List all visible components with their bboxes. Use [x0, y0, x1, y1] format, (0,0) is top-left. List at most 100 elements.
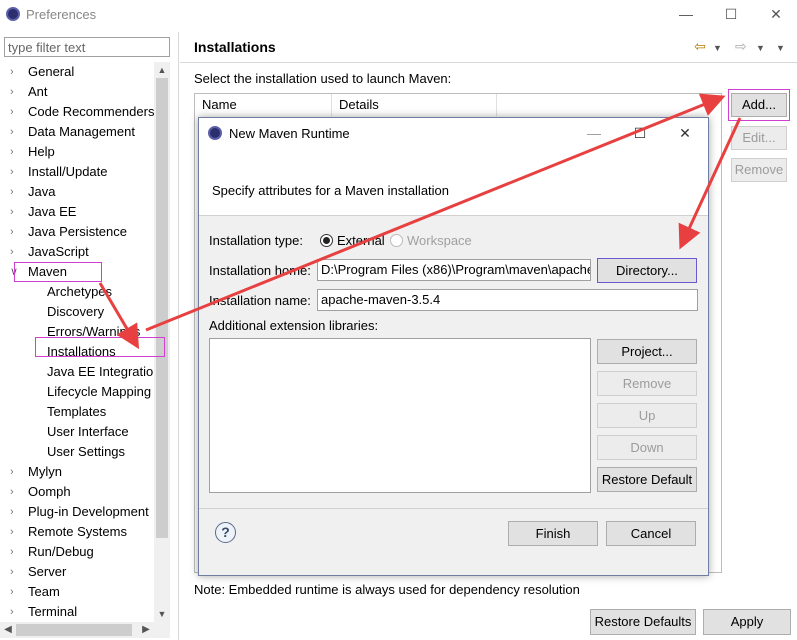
ext-libs-list[interactable]: [209, 338, 591, 493]
tree-item[interactable]: › Install/Update: [0, 162, 154, 182]
view-menu-icon[interactable]: ▼: [776, 43, 785, 53]
forward-menu-chevron-icon[interactable]: ▼: [756, 43, 765, 53]
dialog-titlebar: New Maven Runtime — ☐ ✕: [199, 118, 708, 148]
chevron-right-icon[interactable]: ›: [10, 222, 22, 242]
tree-item-label: Server: [28, 564, 67, 579]
up-button[interactable]: Up: [597, 403, 697, 428]
installation-name-input[interactable]: apache-maven-3.5.4: [317, 289, 698, 311]
chevron-right-icon[interactable]: ›: [10, 522, 22, 542]
chevron-right-icon[interactable]: ›: [10, 602, 22, 622]
tree-horizontal-scrollbar[interactable]: ◀ ▶: [0, 622, 170, 638]
tree-item[interactable]: › Java Persistence: [0, 222, 154, 242]
tree-item[interactable]: › Terminal: [0, 602, 154, 622]
radio-external-label[interactable]: External: [337, 233, 385, 248]
table-header-details[interactable]: Details: [332, 94, 497, 116]
tree-item[interactable]: User Interface: [0, 422, 154, 442]
tree-item[interactable]: Java EE Integration: [0, 362, 154, 382]
tree-item[interactable]: Lifecycle Mapping: [0, 382, 154, 402]
chevron-right-icon[interactable]: ›: [10, 202, 22, 222]
tree-item[interactable]: › Code Recommenders: [0, 102, 154, 122]
dialog-minimize-button[interactable]: —: [582, 123, 606, 143]
tree-item[interactable]: › Run/Debug: [0, 542, 154, 562]
directory-button[interactable]: Directory...: [597, 258, 697, 283]
scroll-left-icon[interactable]: ◀: [0, 622, 16, 638]
scroll-down-icon[interactable]: ▼: [154, 606, 170, 622]
chevron-right-icon[interactable]: ›: [10, 242, 22, 262]
restore-defaults-button[interactable]: Restore Defaults: [590, 609, 696, 635]
back-menu-chevron-icon[interactable]: ▼: [713, 43, 722, 53]
tree-item[interactable]: › Oomph: [0, 482, 154, 502]
chevron-right-icon[interactable]: ›: [10, 542, 22, 562]
tree-item-label: Terminal: [28, 604, 78, 619]
close-button[interactable]: ✕: [764, 4, 788, 24]
chevron-right-icon[interactable]: ›: [10, 82, 22, 102]
radio-workspace[interactable]: [390, 234, 403, 247]
tree-item-label: Help: [28, 144, 55, 159]
tree-item-label: User Interface: [47, 424, 129, 439]
tree-item-label: Team: [28, 584, 60, 599]
cancel-button[interactable]: Cancel: [606, 521, 696, 546]
radio-external[interactable]: [320, 234, 333, 247]
chevron-right-icon[interactable]: ›: [10, 582, 22, 602]
chevron-right-icon[interactable]: ›: [10, 122, 22, 142]
scroll-thumb[interactable]: [156, 78, 168, 538]
window-title: Preferences: [26, 7, 97, 22]
apply-button[interactable]: Apply: [703, 609, 791, 635]
help-icon[interactable]: ?: [215, 522, 236, 543]
installations-highlight-box: [35, 337, 165, 357]
minimize-button[interactable]: —: [674, 4, 698, 24]
tree-item[interactable]: › Remote Systems: [0, 522, 154, 542]
installation-home-label: Installation home:: [209, 263, 311, 278]
hscroll-thumb[interactable]: [16, 624, 132, 636]
restore-default-button[interactable]: Restore Default: [597, 467, 697, 492]
tree-item[interactable]: › Data Management: [0, 122, 154, 142]
chevron-right-icon[interactable]: ›: [10, 142, 22, 162]
back-arrow-icon[interactable]: ⇦: [694, 38, 706, 55]
ext-remove-button[interactable]: Remove: [597, 371, 697, 396]
edit-button[interactable]: Edit...: [731, 126, 787, 150]
tree-item[interactable]: › General: [0, 62, 154, 82]
scroll-up-icon[interactable]: ▲: [154, 62, 170, 78]
tree-item[interactable]: Archetypes: [0, 282, 154, 302]
tree-item[interactable]: User Settings: [0, 442, 154, 462]
table-header-name[interactable]: Name: [195, 94, 332, 116]
dialog-maximize-button[interactable]: ☐: [628, 123, 652, 143]
tree-item[interactable]: › Mylyn: [0, 462, 154, 482]
chevron-right-icon[interactable]: ›: [10, 462, 22, 482]
tree-item[interactable]: › Java EE: [0, 202, 154, 222]
chevron-right-icon[interactable]: ›: [10, 562, 22, 582]
chevron-right-icon[interactable]: ›: [10, 502, 22, 522]
chevron-right-icon[interactable]: ›: [10, 182, 22, 202]
tree-item[interactable]: › JavaScript: [0, 242, 154, 262]
tree-item[interactable]: › Plug-in Development: [0, 502, 154, 522]
tree-item[interactable]: › Java: [0, 182, 154, 202]
panel-divider: [178, 32, 179, 640]
tree-item[interactable]: › Help: [0, 142, 154, 162]
installation-home-input[interactable]: D:\Program Files (x86)\Program\maven\apa…: [317, 259, 591, 281]
dialog-close-button[interactable]: ✕: [673, 123, 697, 143]
down-button[interactable]: Down: [597, 435, 697, 460]
chevron-right-icon[interactable]: ›: [10, 102, 22, 122]
dialog-description: Specify attributes for a Maven installat…: [212, 183, 450, 198]
filter-input[interactable]: [4, 37, 170, 57]
project-button[interactable]: Project...: [597, 339, 697, 364]
maximize-button[interactable]: ☐: [719, 4, 743, 24]
tree-item-label: Lifecycle Mapping: [47, 384, 152, 399]
tree-item-label: Data Management: [28, 124, 135, 139]
chevron-right-icon[interactable]: ›: [10, 482, 22, 502]
tree-item[interactable]: › Server: [0, 562, 154, 582]
radio-workspace-label[interactable]: Workspace: [407, 233, 472, 248]
chevron-right-icon[interactable]: ›: [10, 62, 22, 82]
finish-button[interactable]: Finish: [508, 521, 598, 546]
chevron-right-icon[interactable]: ›: [10, 162, 22, 182]
forward-arrow-icon[interactable]: ⇨: [735, 38, 747, 55]
tree-item[interactable]: Templates: [0, 402, 154, 422]
tree-item[interactable]: › Team: [0, 582, 154, 602]
remove-button[interactable]: Remove: [731, 158, 787, 182]
installation-name-label: Installation name:: [209, 293, 311, 308]
scroll-right-icon[interactable]: ▶: [138, 622, 154, 638]
tree-item[interactable]: Discovery: [0, 302, 154, 322]
tree-item[interactable]: › Ant: [0, 82, 154, 102]
ext-libs-label: Additional extension libraries:: [209, 318, 379, 333]
maven-highlight-box: [14, 262, 102, 282]
